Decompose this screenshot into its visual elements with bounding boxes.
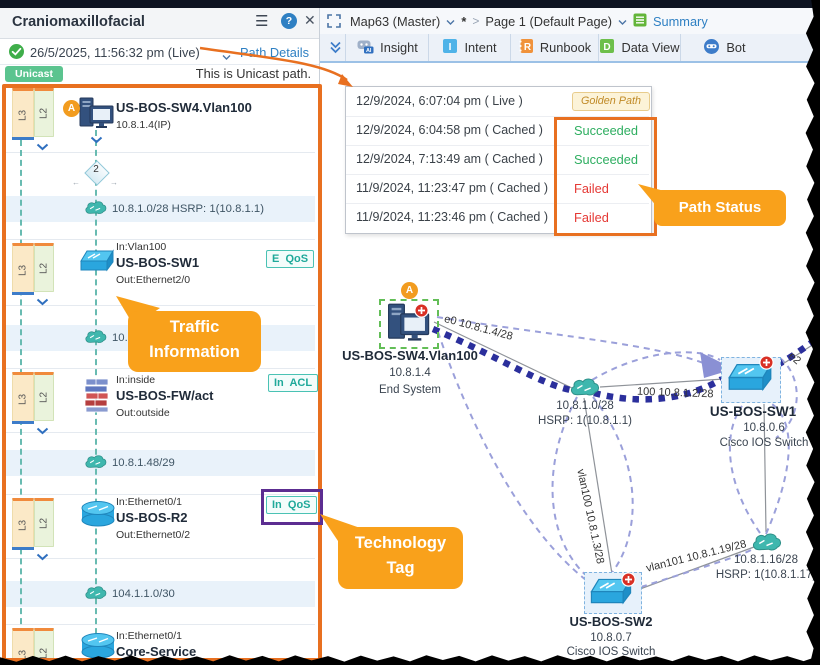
path-status-highlight-box [554, 117, 657, 236]
expand-icon[interactable] [326, 13, 342, 34]
alert-plus-icon[interactable] [414, 303, 429, 318]
tab-label: Bot [726, 40, 746, 55]
tab-data-view[interactable]: D Data View [599, 34, 680, 61]
cloud1-hsrp: HSRP: 1(10.8.1.1) [538, 415, 632, 427]
close-icon[interactable]: ✕ [304, 12, 316, 29]
callout-traffic-information: Traffic Information [128, 311, 261, 372]
summary-icon[interactable] [633, 13, 647, 30]
golden-path-badge: Golden Path [572, 92, 650, 111]
tab-label: Intent [464, 40, 497, 55]
data-view-icon: D [599, 38, 615, 57]
node-ip-end-system: 10.8.1.4 [389, 367, 431, 379]
menu-icon[interactable]: ☰ [255, 12, 268, 30]
technology-tag-highlight-box [261, 489, 323, 525]
map-a-badge: A [401, 282, 418, 299]
chevron-down-icon[interactable] [618, 14, 627, 29]
app-window: Craniomaxillofacial ☰ ? ✕ 26/5/2025, 11:… [0, 0, 820, 665]
svg-text:D: D [604, 42, 611, 53]
node-name-sw2[interactable]: US-BOS-SW2 [536, 614, 686, 629]
node-type-sw1: Cisco IOS Switch [719, 437, 809, 449]
intent-icon: I [442, 38, 458, 57]
map-name[interactable]: Map63 (Master) [350, 14, 440, 29]
check-circle-icon [9, 44, 24, 59]
node-name-sw1[interactable]: US-BOS-SW1 [678, 404, 820, 419]
bot-icon [703, 38, 720, 58]
path-panel-title: Craniomaxillofacial [12, 14, 145, 30]
tab-label: Runbook [539, 40, 592, 55]
svg-text:R: R [524, 42, 532, 53]
alert-plus-icon[interactable] [759, 355, 774, 370]
traffic-info-highlight-frame [2, 84, 322, 662]
runbook-icon: R [518, 38, 534, 57]
tab-intent[interactable]: I Intent [429, 34, 510, 61]
callout-path-status: Path Status [654, 190, 786, 226]
map-breadcrumb: Map63 (Master) * > Page 1 (Default Page)… [350, 8, 708, 34]
tab-label: Data View [621, 40, 680, 55]
node-type-end-system: End System [379, 384, 441, 396]
summary-link[interactable]: Summary [653, 14, 708, 29]
node-name-end-system[interactable]: US-BOS-SW4.Vlan100 [325, 348, 495, 363]
help-icon[interactable]: ? [281, 13, 297, 29]
node-ip-sw1: 10.8.0.6 [743, 422, 785, 434]
window-top-edge [0, 0, 820, 8]
cloud2-hsrp: HSRP: 1(10.8.1.17) [715, 569, 817, 581]
node-ip-sw2: 10.8.0.7 [590, 632, 632, 644]
annotation-arrow [199, 46, 353, 87]
tab-bot[interactable]: Bot [681, 34, 768, 61]
chevron-down-icon[interactable] [446, 14, 455, 29]
alert-plus-icon[interactable] [621, 572, 636, 587]
unsaved-star: * [461, 13, 467, 29]
unicast-badge: Unicast [5, 66, 63, 82]
cloud1-subnet: 10.8.1.0/28 [556, 400, 614, 412]
cloud2-subnet: 10.8.1.16/28 [734, 554, 798, 566]
callout-technology-tag: Technology Tag [338, 527, 463, 589]
svg-text:I: I [449, 42, 452, 53]
breadcrumb-separator: > [472, 14, 480, 28]
tab-runbook[interactable]: R Runbook [511, 34, 598, 61]
page-name[interactable]: Page 1 (Default Page) [485, 14, 612, 29]
